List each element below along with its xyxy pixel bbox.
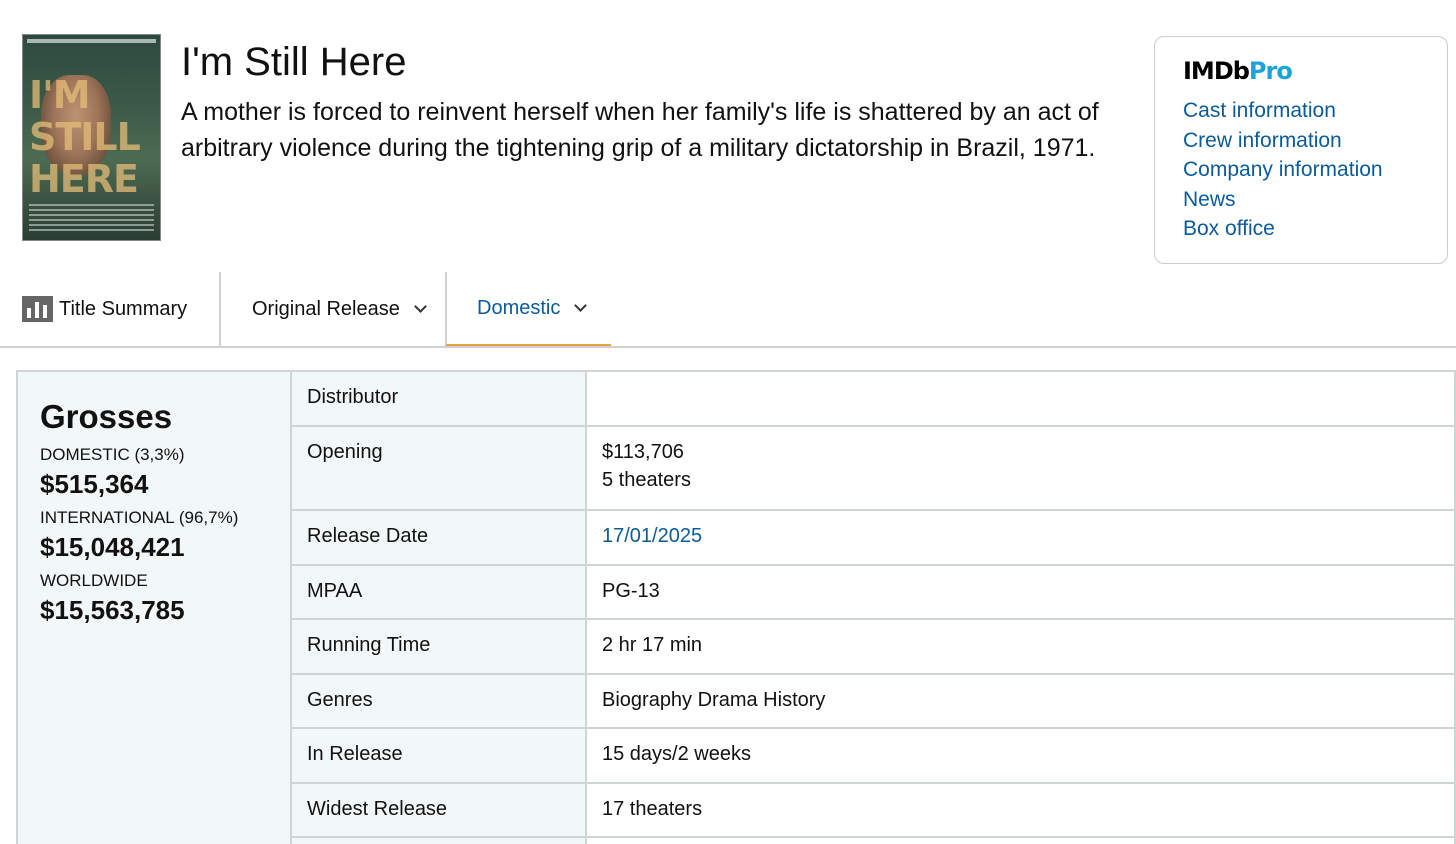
table-row: Distributor — [290, 370, 1456, 427]
international-gross-value: $15,048,421 — [40, 532, 185, 562]
in-release-label: In Release — [290, 727, 587, 784]
release-date-label: Release Date — [290, 509, 587, 566]
next-row-value — [585, 836, 1456, 844]
opening-label: Opening — [290, 425, 587, 511]
international-gross-label: INTERNATIONAL (96,7%) — [40, 508, 239, 527]
opening-value: $113,706 — [602, 441, 684, 463]
tab-domestic[interactable]: Domestic — [446, 272, 611, 346]
tab-divider — [219, 272, 221, 346]
bar-chart-icon — [22, 296, 53, 322]
tab-original-release[interactable]: Original Release — [252, 272, 427, 346]
imdbpro-logo[interactable]: IMDbPro — [1183, 57, 1447, 89]
table-row — [290, 836, 1456, 844]
table-row: Opening $113,706 5 theaters — [290, 425, 1456, 511]
summary-table: Distributor Opening $113,706 5 theaters … — [290, 370, 1456, 844]
in-release-value: 15 days/2 weeks — [585, 727, 1456, 784]
imdbpro-logo-pro: Pro — [1248, 57, 1293, 85]
poster-title-word: HERE — [29, 157, 139, 201]
table-row: Release Date 17/01/2025 — [290, 509, 1456, 566]
poster-credits — [29, 204, 154, 232]
movie-synopsis: A mother is forced to reinvent herself w… — [181, 98, 1099, 162]
table-row: In Release 15 days/2 weeks — [290, 727, 1456, 784]
tab-domestic-label: Domestic — [477, 296, 561, 319]
grosses-heading: Grosses — [40, 398, 173, 435]
poster-award-line — [27, 39, 156, 43]
release-tabs: Title Summary Original Release Domestic — [0, 272, 1456, 348]
tab-original-release-label: Original Release — [252, 297, 400, 320]
next-row-label — [290, 836, 587, 844]
widest-release-label: Widest Release — [290, 782, 587, 838]
table-row: Genres Biography Drama History — [290, 673, 1456, 729]
table-row: Running Time 2 hr 17 min — [290, 618, 1456, 675]
imdbpro-logo-imdb: IMDb — [1183, 57, 1250, 85]
company-information-link[interactable]: Company information — [1183, 155, 1447, 185]
widest-release-value: 17 theaters — [585, 782, 1456, 838]
mpaa-value: PG-13 — [585, 564, 1456, 620]
genres-value: Biography Drama History — [585, 673, 1456, 729]
opening-cell: $113,706 5 theaters — [585, 425, 1456, 511]
table-row: MPAA PG-13 — [290, 564, 1456, 620]
crew-information-link[interactable]: Crew information — [1183, 126, 1447, 156]
cast-information-link[interactable]: Cast information — [1183, 96, 1447, 126]
distributor-value — [585, 370, 1456, 427]
chevron-down-icon — [413, 299, 427, 313]
poster-title-word: STILL — [29, 115, 141, 159]
worldwide-gross-label: WORLDWIDE — [40, 571, 148, 590]
chevron-down-icon — [574, 298, 588, 312]
worldwide-gross-value: $15,563,785 — [40, 595, 185, 625]
grosses-panel: Grosses DOMESTIC (3,3%) $515,364 INTERNA… — [16, 370, 292, 844]
running-time-label: Running Time — [290, 618, 587, 675]
genres-label: Genres — [290, 673, 587, 729]
domestic-gross-label: DOMESTIC (3,3%) — [40, 445, 185, 464]
imdbpro-links: Cast information Crew information Compan… — [1183, 96, 1447, 244]
page-title: I'm Still Here — [181, 40, 407, 84]
imdbpro-box: IMDbPro Cast information Crew informatio… — [1154, 36, 1448, 264]
poster-title-word: I'M — [29, 73, 91, 117]
release-date-cell: 17/01/2025 — [585, 509, 1456, 566]
movie-poster[interactable]: I'M STILL HERE — [22, 34, 161, 241]
running-time-value: 2 hr 17 min — [585, 618, 1456, 675]
mpaa-label: MPAA — [290, 564, 587, 620]
tab-title-summary-label: Title Summary — [59, 297, 188, 320]
tab-title-summary[interactable]: Title Summary — [22, 272, 187, 346]
domestic-gross-value: $515,364 — [40, 469, 149, 499]
news-link[interactable]: News — [1183, 185, 1447, 215]
table-row: Widest Release 17 theaters — [290, 782, 1456, 838]
opening-theaters: 5 theaters — [602, 469, 691, 491]
release-date-link[interactable]: 17/01/2025 — [602, 525, 702, 547]
box-office-link[interactable]: Box office — [1183, 214, 1447, 244]
distributor-label: Distributor — [290, 370, 587, 427]
